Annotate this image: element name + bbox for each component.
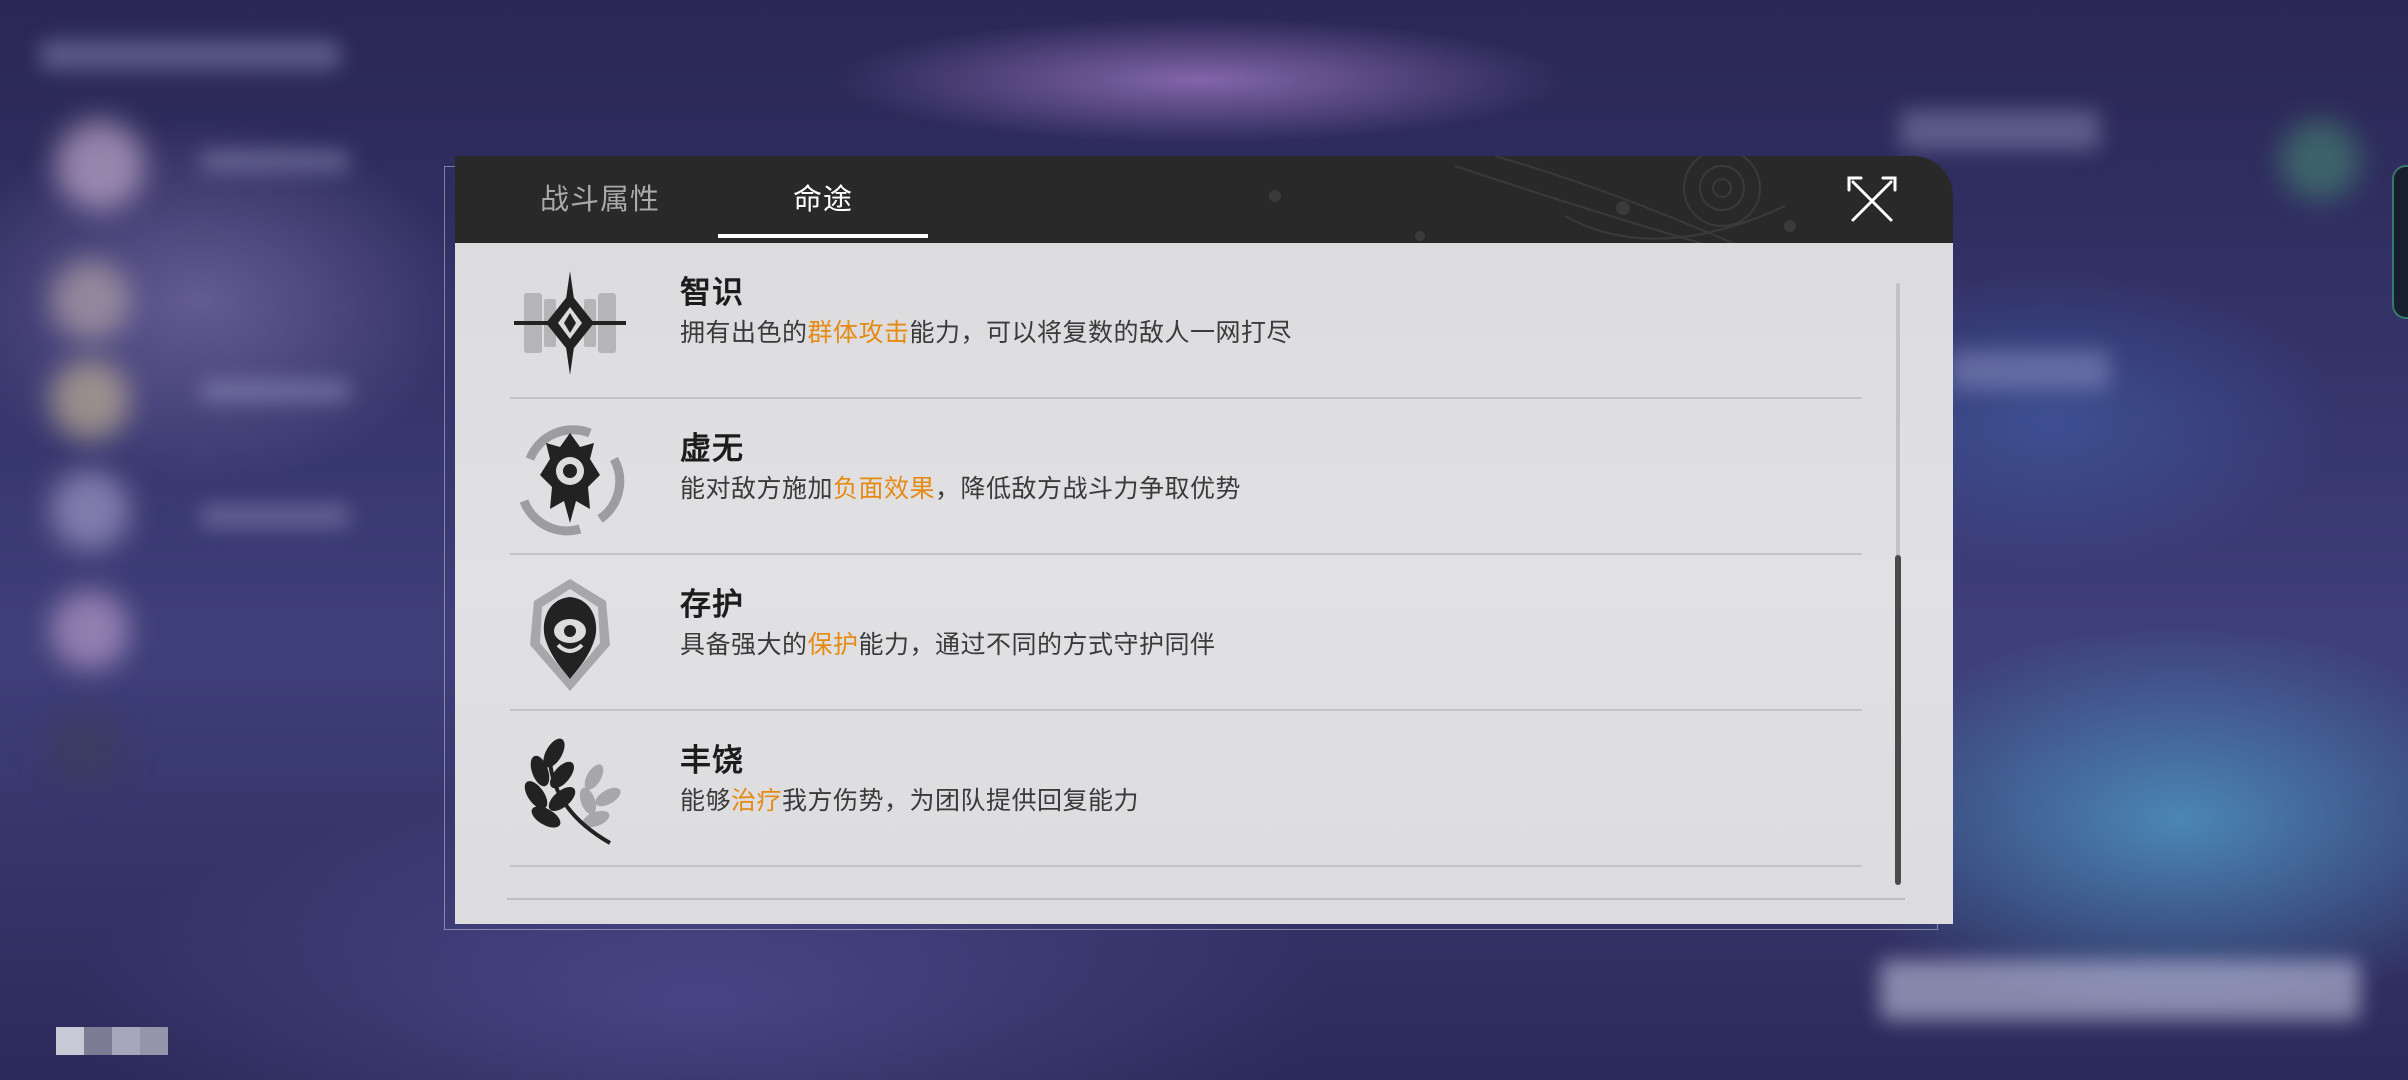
bg-avatar-blob	[50, 360, 130, 440]
bg-avatar-blob	[50, 470, 130, 550]
game-background: 战斗属性 命途 智识 拥有出色的群体攻击能力，可以将复数的敌人一网打尽 虚无 能…	[0, 0, 2408, 1080]
bg-text-bar	[200, 380, 350, 402]
path-keyword: 负面效果	[833, 474, 936, 503]
path-description: 能够治疗我方伤势，为团队提供回复能力	[680, 786, 1140, 815]
path-name: 智识	[680, 275, 744, 311]
path-description: 能对敌方施加负面效果，降低敌方战斗力争取优势	[680, 474, 1242, 503]
abundance-icon	[524, 738, 621, 845]
list-item-erudition: 智识 拥有出色的群体攻击能力，可以将复数的敌人一网打尽	[510, 243, 1862, 399]
bg-text-bar	[200, 150, 350, 172]
bg-text-bar	[200, 505, 350, 527]
close-icon	[1847, 176, 1897, 222]
bg-text-bar	[40, 40, 340, 70]
bg-avatar-blob	[55, 120, 145, 210]
path-keyword: 群体攻击	[807, 318, 910, 347]
bg-avatar-blob	[50, 590, 130, 670]
bg-text-bar	[1950, 350, 2110, 390]
scrollbar-thumb[interactable]	[1895, 555, 1901, 885]
close-button[interactable]	[1847, 176, 1897, 226]
bg-text-bar	[1900, 110, 2100, 150]
path-name: 虚无	[680, 431, 744, 467]
path-list[interactable]: 智识 拥有出色的群体攻击能力，可以将复数的敌人一网打尽 虚无 能对敌方施加负面效…	[455, 243, 1953, 924]
path-description: 拥有出色的群体攻击能力，可以将复数的敌人一网打尽	[680, 318, 1293, 347]
bg-avatar-blob	[45, 710, 125, 790]
bg-avatar-blob	[50, 260, 130, 340]
path-info-panel: 战斗属性 命途 智识 拥有出色的群体攻击能力，可以将复数的敌人一网打尽 虚无 能…	[455, 156, 1953, 924]
bg-text-bar	[1880, 960, 2360, 1020]
tab-path[interactable]: 命途	[718, 156, 928, 243]
path-name: 丰饶	[680, 743, 744, 779]
mosaic-censor	[56, 1027, 168, 1055]
path-description: 具备强大的保护能力，通过不同的方式守护同伴	[680, 630, 1216, 659]
bg-glow	[2280, 120, 2360, 200]
path-keyword: 治疗	[731, 786, 783, 815]
side-handle[interactable]	[2392, 165, 2408, 319]
nihility-icon	[519, 425, 625, 536]
list-item-nihility: 虚无 能对敌方施加负面效果，降低敌方战斗力争取优势	[510, 399, 1862, 555]
list-bottom-divider	[507, 898, 1905, 900]
tab-combat-stats[interactable]: 战斗属性	[515, 156, 685, 243]
preservation-icon	[530, 579, 610, 691]
erudition-icon	[514, 271, 626, 375]
list-item-abundance: 丰饶 能够治疗我方伤势，为团队提供回复能力	[510, 711, 1862, 867]
list-item-preservation: 存护 具备强大的保护能力，通过不同的方式守护同伴	[510, 555, 1862, 711]
path-keyword: 保护	[807, 630, 859, 659]
panel-header: 战斗属性 命途	[455, 156, 1953, 243]
active-tab-indicator	[718, 234, 928, 238]
path-name: 存护	[680, 587, 744, 623]
